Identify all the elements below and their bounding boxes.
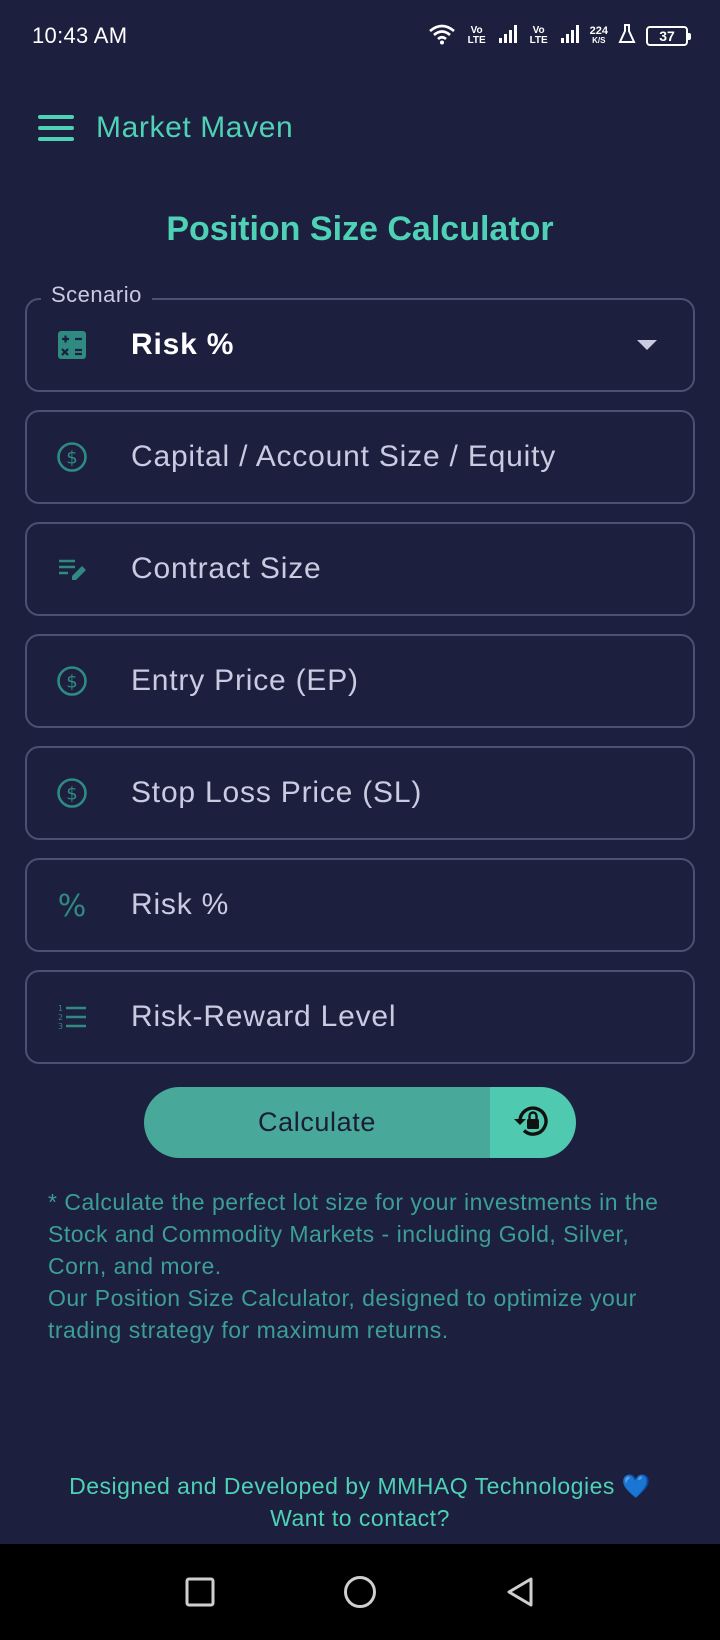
description-text: * Calculate the perfect lot size for you…: [48, 1189, 659, 1343]
contract-size-input[interactable]: Contract Size: [25, 522, 695, 616]
signal-icon-1: [498, 24, 518, 49]
stop-loss-placeholder: Stop Loss Price (SL): [131, 776, 423, 809]
network-speed-value: 224: [589, 25, 608, 37]
reset-button[interactable]: [490, 1087, 576, 1158]
system-nav-bar: [0, 1544, 720, 1640]
risk-reward-input[interactable]: 1 2 3 Risk-Reward Level: [25, 970, 695, 1064]
svg-text:%: %: [58, 889, 87, 921]
app-bar: Market Maven: [0, 88, 720, 168]
network-type-1: Vo LTE: [467, 25, 486, 46]
network-speed: 224 K/S: [590, 26, 608, 46]
contract-size-placeholder: Contract Size: [131, 552, 322, 585]
svg-text:$: $: [66, 784, 77, 805]
network-speed-unit: K/S: [592, 36, 606, 45]
risk-percent-placeholder: Risk %: [131, 888, 230, 921]
percent-icon: %: [55, 888, 89, 922]
numbered-list-icon: 1 2 3: [55, 1000, 89, 1034]
entry-price-placeholder: Entry Price (EP): [131, 664, 359, 697]
scenario-select[interactable]: Scenario Risk %: [25, 282, 695, 392]
wifi-icon: [428, 23, 456, 50]
scenario-selected-value: Risk %: [131, 328, 235, 361]
battery-icon: 37: [646, 26, 691, 46]
footer-credit: Designed and Developed by MMHAQ Technolo…: [0, 1470, 720, 1502]
footer: Designed and Developed by MMHAQ Technolo…: [0, 1470, 720, 1534]
svg-text:$: $: [66, 448, 77, 469]
capital-input[interactable]: $ Capital / Account Size / Equity: [25, 410, 695, 504]
entry-price-input[interactable]: $ Entry Price (EP): [25, 634, 695, 728]
footer-credit-text: Designed and Developed by MMHAQ Technolo…: [69, 1473, 615, 1499]
risk-percent-input[interactable]: % Risk %: [25, 858, 695, 952]
svg-text:1: 1: [58, 1004, 63, 1013]
page-title: Position Size Calculator: [166, 210, 554, 248]
app-title: Market Maven: [96, 111, 294, 144]
calculator-icon: [55, 328, 89, 362]
contact-link[interactable]: Want to contact?: [0, 1502, 720, 1534]
risk-reward-placeholder: Risk-Reward Level: [131, 1000, 397, 1033]
svg-text:$: $: [66, 672, 77, 693]
home-button[interactable]: [336, 1568, 384, 1616]
svg-text:3: 3: [58, 1022, 63, 1031]
chevron-down-icon: [637, 340, 657, 350]
stop-loss-input[interactable]: $ Stop Loss Price (SL): [25, 746, 695, 840]
calculate-group: Calculate: [144, 1087, 576, 1158]
dollar-circle-icon: $: [55, 440, 89, 474]
flask-icon: [618, 23, 636, 49]
capital-placeholder: Capital / Account Size / Equity: [131, 440, 557, 473]
lock-reset-icon: [512, 1100, 554, 1145]
back-button[interactable]: [496, 1568, 544, 1616]
recents-button[interactable]: [176, 1568, 224, 1616]
status-time: 10:43 AM: [32, 23, 128, 48]
edit-note-icon: [55, 552, 89, 586]
dollar-circle-icon: $: [55, 776, 89, 810]
hamburger-menu-icon[interactable]: [38, 115, 74, 141]
dollar-circle-icon: $: [55, 664, 89, 698]
heart-icon: 💙: [621, 1473, 651, 1499]
status-bar: 10:43 AM Vo LTE Vo LTE 224 K/S 37: [0, 0, 720, 72]
scenario-label: Scenario: [41, 282, 152, 308]
svg-text:2: 2: [58, 1013, 63, 1022]
signal-icon-2: [560, 24, 580, 49]
status-icons: Vo LTE Vo LTE 224 K/S 37: [428, 23, 691, 50]
calculate-button[interactable]: Calculate: [144, 1087, 490, 1158]
network-type-2: Vo LTE: [529, 25, 548, 46]
